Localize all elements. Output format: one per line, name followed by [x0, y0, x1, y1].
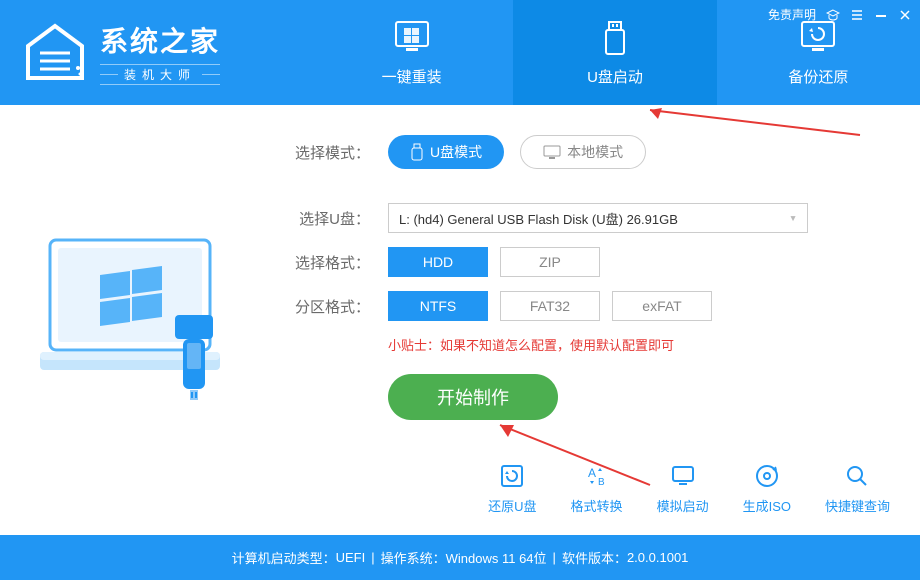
- os-value: Windows 11 64位: [446, 548, 547, 567]
- minimize-button[interactable]: [874, 8, 888, 22]
- main-content: 选择模式： U盘模式 本地模式 选择U盘： L: (hd4) General U…: [0, 105, 920, 535]
- tab-label: U盘启动: [587, 66, 643, 87]
- usb-mode-button[interactable]: U盘模式: [388, 135, 504, 169]
- disc-icon: [753, 462, 781, 490]
- usb-drive-icon: [595, 18, 635, 58]
- boot-type-label: 计算机启动类型：: [232, 548, 336, 567]
- format-hdd-option[interactable]: HDD: [388, 247, 488, 277]
- app-header: 系统之家 装机大师 一键重装 U盘启动 备份还原 免责声明: [0, 0, 920, 105]
- usb-drive-select[interactable]: L: (hd4) General USB Flash Disk (U盘) 26.…: [388, 203, 808, 233]
- partition-fat32-option[interactable]: FAT32: [500, 291, 600, 321]
- mode-label: 选择模式：: [280, 142, 370, 163]
- footer-tools: 还原U盘 AB 格式转换 模拟启动 生成ISO 快捷键查询: [488, 462, 890, 515]
- usb-select-label: 选择U盘：: [280, 208, 370, 229]
- status-bar: 计算机启动类型： UEFI | 操作系统： Windows 11 64位 | 软…: [0, 535, 920, 580]
- monitor-icon: [669, 462, 697, 490]
- svg-text:B: B: [598, 477, 605, 488]
- monitor-windows-icon: [392, 18, 432, 58]
- menu-icon[interactable]: [850, 8, 864, 22]
- os-label: 操作系统：: [381, 548, 446, 567]
- tool-restore-usb[interactable]: 还原U盘: [488, 462, 536, 515]
- version-label: 软件版本：: [562, 548, 627, 567]
- logo-area: 系统之家 装机大师: [0, 0, 310, 105]
- format-zip-option[interactable]: ZIP: [500, 247, 600, 277]
- start-create-button[interactable]: 开始制作: [388, 374, 558, 420]
- version-value: 2.0.0.1001: [627, 550, 688, 565]
- graduation-icon[interactable]: [826, 8, 840, 22]
- window-controls: 免责声明: [768, 6, 912, 23]
- house-logo-icon: [20, 18, 90, 88]
- illustration: [0, 105, 280, 535]
- boot-type-value: UEFI: [336, 550, 366, 565]
- tab-reinstall[interactable]: 一键重装: [310, 0, 513, 105]
- disclaimer-link[interactable]: 免责声明: [768, 6, 816, 23]
- tab-usb-boot[interactable]: U盘启动: [513, 0, 716, 105]
- tip-text: 小贴士：如果不知道怎么配置，使用默认配置即可: [388, 335, 880, 354]
- search-icon: [843, 462, 871, 490]
- partition-exfat-option[interactable]: exFAT: [612, 291, 712, 321]
- partition-ntfs-option[interactable]: NTFS: [388, 291, 488, 321]
- logo-subtitle: 装机大师: [100, 64, 220, 85]
- local-mode-button[interactable]: 本地模式: [520, 135, 646, 169]
- partition-label: 分区格式：: [280, 296, 370, 317]
- tab-label: 一键重装: [382, 66, 442, 87]
- tool-simulate-boot[interactable]: 模拟启动: [657, 462, 709, 515]
- monitor-refresh-icon: [798, 18, 838, 58]
- tool-hotkey-lookup[interactable]: 快捷键查询: [825, 462, 890, 515]
- format-label: 选择格式：: [280, 252, 370, 273]
- monitor-small-icon: [543, 145, 561, 159]
- tab-label: 备份还原: [788, 66, 848, 87]
- svg-text:A: A: [588, 466, 596, 480]
- convert-icon: AB: [583, 462, 611, 490]
- close-button[interactable]: [898, 8, 912, 22]
- usb-small-icon: [410, 143, 424, 161]
- restore-icon: [498, 462, 526, 490]
- tool-generate-iso[interactable]: 生成ISO: [743, 462, 791, 515]
- tool-format-convert[interactable]: AB 格式转换: [571, 462, 623, 515]
- logo-title: 系统之家: [100, 20, 220, 60]
